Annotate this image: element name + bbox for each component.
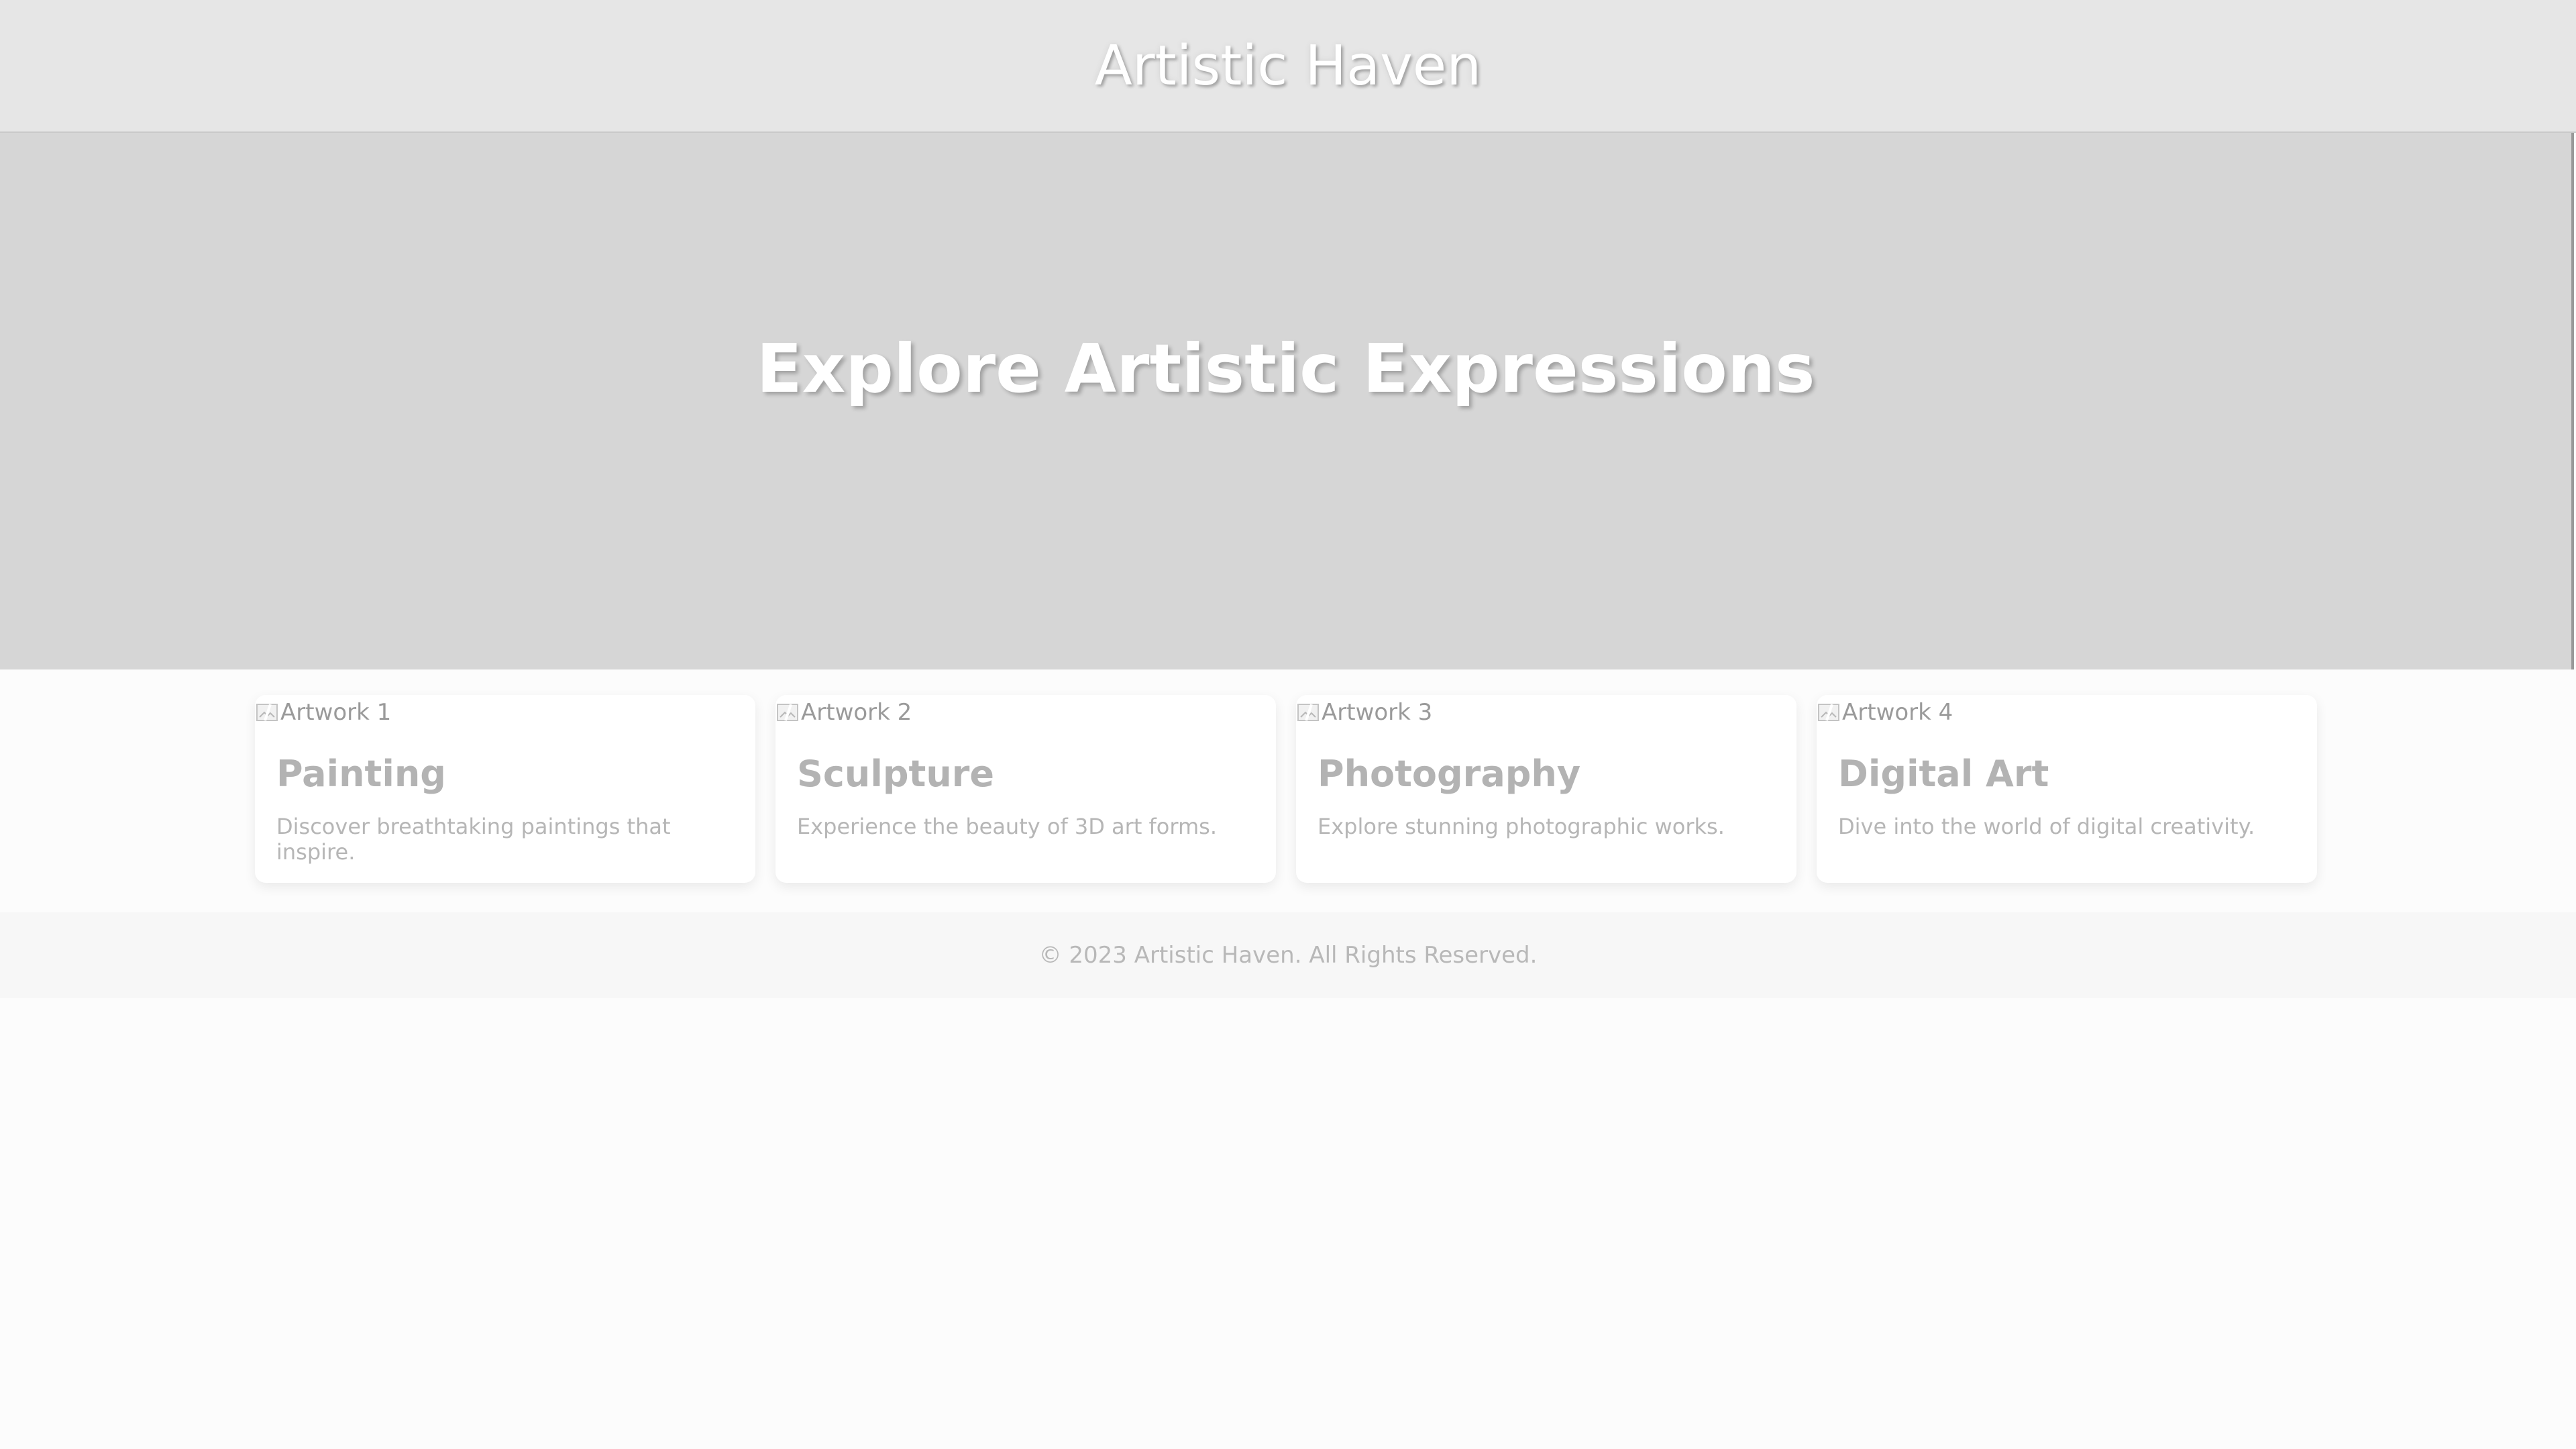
site-header: Artistic Haven xyxy=(0,0,2576,133)
card-digital-art[interactable]: Artwork 4 Digital Art Dive into the worl… xyxy=(1817,695,2317,883)
hero-title: Explore Artistic Expressions xyxy=(756,329,1815,408)
artwork-cards: Artwork 1 Painting Discover breathtaking… xyxy=(255,695,2318,883)
card-painting[interactable]: Artwork 1 Painting Discover breathtaking… xyxy=(255,695,755,883)
copyright-text: © 2023 Artistic Haven. All Rights Reserv… xyxy=(1038,942,1538,969)
artwork-image-alt: Artwork 2 xyxy=(801,699,912,726)
broken-image-icon xyxy=(1296,702,1320,722)
broken-image-icon xyxy=(255,702,279,722)
card-title: Sculpture xyxy=(797,753,995,795)
card-photography[interactable]: Artwork 3 Photography Explore stunning p… xyxy=(1296,695,1796,883)
broken-image-icon xyxy=(775,702,800,722)
artwork-image-alt: Artwork 1 xyxy=(280,699,392,726)
artwork-image: Artwork 1 xyxy=(255,695,755,730)
artwork-image-alt: Artwork 3 xyxy=(1322,699,1433,726)
artwork-image-alt: Artwork 4 xyxy=(1842,699,1953,726)
artwork-image: Artwork 2 xyxy=(775,695,1276,730)
card-description: Discover breathtaking paintings that ins… xyxy=(276,814,671,865)
card-title: Digital Art xyxy=(1838,753,2049,795)
site-footer: © 2023 Artistic Haven. All Rights Reserv… xyxy=(0,912,2576,998)
broken-image-icon xyxy=(1817,702,1841,722)
hero-banner: Explore Artistic Expressions xyxy=(0,133,2574,669)
site-title[interactable]: Artistic Haven xyxy=(1095,34,1481,98)
card-sculpture[interactable]: Artwork 2 Sculpture Experience the beaut… xyxy=(775,695,1276,883)
card-description: Explore stunning photographic works. xyxy=(1318,814,1725,839)
card-description: Dive into the world of digital creativit… xyxy=(1838,814,2255,839)
card-description: Experience the beauty of 3D art forms. xyxy=(797,814,1217,839)
artwork-image: Artwork 4 xyxy=(1817,695,2317,730)
card-title: Painting xyxy=(276,753,446,795)
card-title: Photography xyxy=(1318,753,1581,795)
artwork-image: Artwork 3 xyxy=(1296,695,1796,730)
